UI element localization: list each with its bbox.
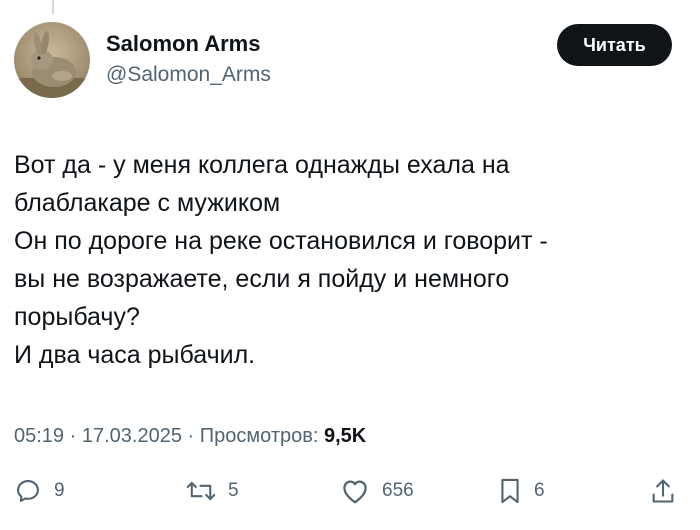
tweet-meta: 05:19 · 17.03.2025 · Просмотров: 9,5K [14, 423, 366, 449]
meta-separator: · [187, 425, 195, 447]
tweet-time[interactable]: 05:19 [14, 425, 64, 447]
meta-separator: · [69, 425, 77, 447]
action-bar: 9 5 656 6 [0, 476, 700, 506]
share-button[interactable] [650, 476, 676, 506]
reply-button[interactable]: 9 [14, 476, 65, 506]
bookmark-button[interactable]: 6 [498, 476, 545, 506]
bookmark-icon [501, 478, 519, 504]
views-label: Просмотров: [199, 425, 319, 447]
repost-count: 5 [228, 480, 239, 501]
follow-button[interactable]: Читать [557, 24, 672, 66]
bookmark-count: 6 [534, 480, 545, 501]
tweet-text: Вот да - у меня коллега однажды ехала на… [14, 146, 674, 374]
tweet-line: блаблакаре с мужиком [14, 189, 281, 217]
views-count: 9,5K [323, 425, 367, 447]
like-button[interactable]: 656 [340, 476, 414, 506]
repost-button[interactable]: 5 [186, 476, 239, 506]
reply-count: 9 [54, 480, 65, 501]
tweet-date[interactable]: 17.03.2025 [82, 425, 182, 447]
user-handle[interactable]: @Salomon_Arms [106, 61, 271, 89]
share-icon [652, 479, 674, 503]
tweet-line: Вот да - у меня коллега однажды ехала на [14, 151, 510, 179]
reply-icon [17, 480, 39, 502]
tweet-line: Он по дороге на реке остановился и говор… [14, 227, 548, 255]
rabbit-avatar-icon [14, 22, 90, 98]
display-name[interactable]: Salomon Arms [106, 30, 271, 58]
repost-icon [186, 481, 216, 501]
author-block[interactable]: Salomon Arms @Salomon_Arms [106, 30, 271, 89]
tweet-line: порыбачу? [14, 303, 140, 331]
like-count: 656 [382, 480, 414, 501]
heart-icon [343, 480, 367, 504]
tweet-line: И два часа рыбачил. [14, 341, 256, 369]
avatar[interactable] [14, 22, 90, 98]
thread-line [52, 0, 54, 14]
tweet-line: вы не возражаете, если я пойду и немного [14, 265, 510, 293]
